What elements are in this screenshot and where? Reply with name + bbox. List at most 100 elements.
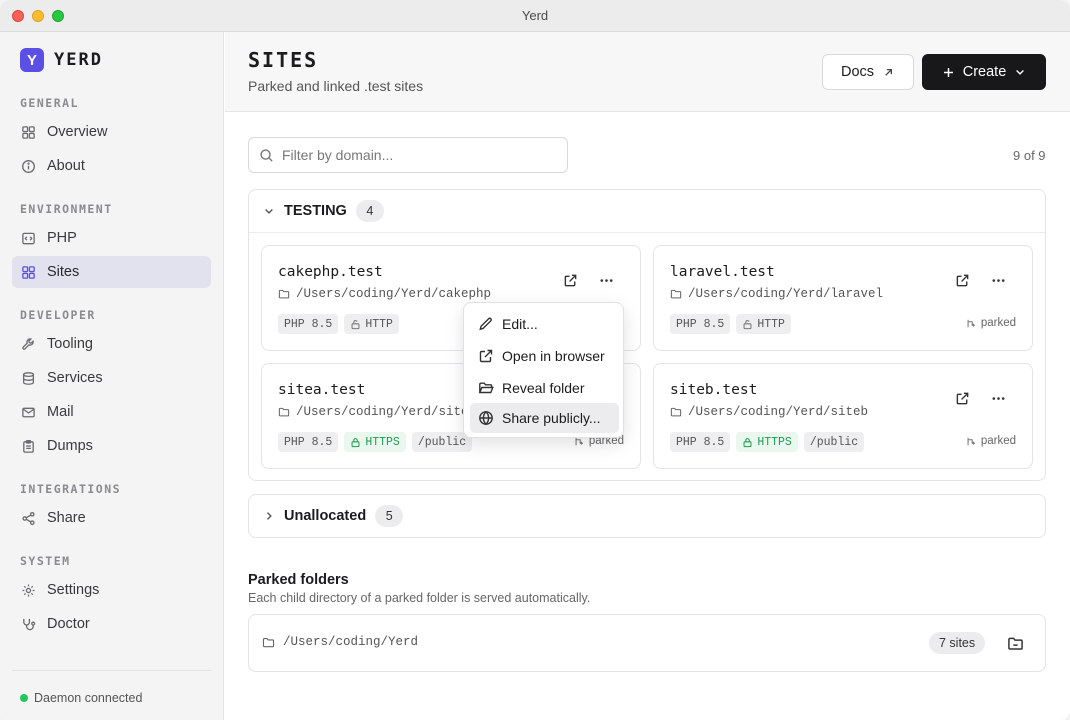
sidebar-item-mail[interactable]: Mail [12, 396, 211, 428]
filter-input[interactable] [282, 147, 552, 163]
filter-field[interactable] [248, 137, 568, 173]
folder-open-icon [478, 382, 494, 394]
protocol-tag: HTTPS [344, 432, 406, 452]
status-dot-icon [20, 694, 28, 702]
more-actions-button[interactable] [988, 270, 1008, 290]
parked-label: parked [980, 317, 1016, 329]
folder-icon [670, 407, 682, 417]
parked-icon [967, 437, 975, 445]
sidebar-item-dumps[interactable]: Dumps [12, 430, 211, 462]
sidebar-item-label: Share [47, 510, 86, 526]
site-context-menu: Edit... Open in browser Reveal folder Sh… [463, 302, 624, 438]
external-link-icon [956, 392, 968, 404]
sidebar-item-overview[interactable]: Overview [12, 116, 211, 148]
sidebar-item-sites[interactable]: Sites [12, 256, 211, 288]
sidebar-item-services[interactable]: Services [12, 362, 211, 394]
grid-icon [22, 125, 35, 139]
more-horizontal-icon [992, 396, 1004, 400]
daemon-status: Daemon connected [20, 691, 142, 705]
site-path-text: /Users/coding/Yerd/laravel [688, 287, 884, 301]
parked-icon [967, 319, 975, 327]
page-title: SITES [248, 48, 319, 72]
database-icon [22, 371, 35, 385]
brand-logo: Y [20, 48, 44, 72]
sidebar-item-tooling[interactable]: Tooling [12, 328, 211, 360]
site-path-text: /Users/coding/Yerd/cakephp [296, 287, 492, 301]
menu-item-edit[interactable]: Edit... [470, 309, 619, 339]
site-path: /Users/coding/Yerd/cakephp [278, 287, 491, 301]
php-version-tag: PHP 8.5 [670, 432, 731, 452]
mail-icon [22, 407, 35, 417]
more-actions-button[interactable] [988, 388, 1008, 408]
group-header-testing[interactable]: TESTING 4 [249, 190, 1045, 233]
site-domain: sitea.test [278, 382, 366, 398]
sidebar-item-settings[interactable]: Settings [12, 574, 211, 606]
gear-icon [22, 584, 35, 596]
brand-name: YERD [54, 50, 103, 70]
site-group-testing: TESTING 4 cakephp.test /Users/coding/Yer… [248, 189, 1046, 481]
sidebar-item-php[interactable]: PHP [12, 222, 211, 254]
open-in-browser-button[interactable] [952, 388, 972, 408]
site-domain: siteb.test [670, 382, 758, 398]
sidebar-item-share[interactable]: Share [12, 502, 211, 534]
sidebar-item-label: Dumps [47, 438, 93, 454]
protocol-tag: HTTP [344, 314, 399, 334]
brand: Y YERD [20, 48, 103, 72]
chevron-down-icon [265, 209, 273, 214]
more-actions-button[interactable] [596, 270, 616, 290]
plus-icon [943, 67, 953, 77]
folder-open-icon [1007, 637, 1023, 650]
page-subtitle: Parked and linked .test sites [248, 78, 424, 94]
protocol-tag: HTTPS [736, 432, 798, 452]
lock-icon [351, 437, 360, 447]
open-in-browser-button[interactable] [560, 270, 580, 290]
menu-item-label: Reveal folder [502, 380, 585, 396]
parked-folders-title: Parked folders [248, 572, 349, 588]
sidebar-item-doctor[interactable]: Doctor [12, 608, 211, 640]
window-title: Yerd [521, 8, 549, 23]
sidebar-item-label: About [47, 158, 85, 174]
menu-item-label: Share publicly... [502, 410, 601, 426]
reveal-parked-folder-button[interactable] [1005, 633, 1025, 653]
folder-icon [262, 637, 275, 647]
grid-icon [22, 265, 35, 279]
search-icon [260, 148, 273, 162]
more-horizontal-icon [600, 278, 612, 282]
site-path-text: /Users/coding/Yerd/sitea [296, 405, 477, 419]
site-tags: PHP 8.5 HTTPS /public [670, 432, 865, 452]
group-count-badge: 5 [375, 505, 404, 527]
chevron-down-icon [1016, 70, 1025, 75]
protocol-label: HTTP [757, 317, 785, 331]
menu-item-reveal-folder[interactable]: Reveal folder [470, 373, 619, 403]
open-in-browser-button[interactable] [952, 270, 972, 290]
sidebar-item-label: Doctor [47, 616, 90, 632]
external-link-icon [956, 274, 968, 286]
lock-open-icon [351, 319, 360, 329]
nav-group-developer: DEVELOPER [20, 308, 96, 322]
public-dir-tag: /public [411, 432, 473, 452]
menu-item-share-publicly[interactable]: Share publicly... [470, 403, 619, 433]
arrow-up-right-icon [885, 68, 893, 76]
sidebar-item-about[interactable]: About [12, 150, 211, 182]
menu-item-open-in-browser[interactable]: Open in browser [470, 341, 619, 371]
nav-group-integrations: INTEGRATIONS [20, 482, 122, 496]
protocol-label: HTTPS [365, 435, 400, 449]
external-link-icon [479, 349, 493, 363]
protocol-label: HTTP [365, 317, 393, 331]
site-tags: PHP 8.5 HTTPS /public [278, 432, 473, 452]
more-horizontal-icon [992, 278, 1004, 282]
docs-button[interactable]: Docs [822, 54, 914, 90]
share-icon [22, 511, 35, 525]
nav-group-general: GENERAL [20, 96, 79, 110]
code-icon [22, 232, 35, 244]
group-header-unallocated[interactable]: Unallocated 5 [248, 494, 1046, 538]
sidebar-item-label: Services [47, 370, 103, 386]
sidebar: Y YERD GENERAL Overview About ENVIRONMEN… [0, 32, 224, 720]
parked-label: parked [980, 435, 1016, 447]
php-version-tag: PHP 8.5 [278, 314, 339, 334]
app-window: Yerd Y YERD GENERAL Overview About ENVIR… [0, 0, 1070, 720]
site-domain: cakephp.test [278, 264, 383, 280]
create-button[interactable]: Create [922, 54, 1046, 90]
site-tags: PHP 8.5 HTTP [278, 314, 399, 334]
folder-icon [278, 407, 290, 417]
